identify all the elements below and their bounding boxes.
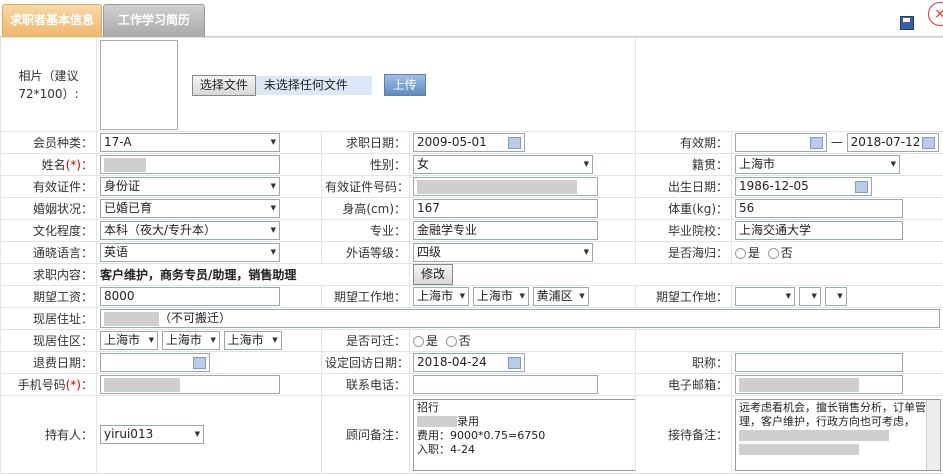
job-title-input[interactable]	[735, 353, 904, 372]
expect-location2-label: 期望工作地：	[635, 285, 733, 308]
major-input[interactable]: 金融学专业	[413, 221, 598, 240]
language-select[interactable]: 英语	[100, 243, 280, 262]
apply-date-input[interactable]: 2009-05-01	[413, 133, 525, 152]
tab-work-history[interactable]: 工作学习简历	[103, 4, 205, 38]
advisor-note-label: 顾问备注：	[321, 395, 410, 474]
relocate-yes-label: 是	[426, 334, 439, 348]
education-label: 文化程度：	[0, 219, 97, 242]
applicant-form: 相片（建议72*100）: 选择文件 未选择任何文件 上传 会员种类： 17-A …	[0, 37, 943, 474]
relocate-no-radio[interactable]	[445, 336, 457, 347]
phone-label: 手机号码(*)：	[0, 373, 97, 396]
education-select[interactable]: 本科（夜大/专升本）	[100, 221, 280, 240]
refund-date-label: 退费日期：	[0, 351, 97, 374]
height-label: 身高(cm)：	[321, 197, 410, 220]
tab-bar: 求职者基本信息 工作学习简历 ×	[0, 0, 943, 38]
upload-button[interactable]: 上传	[383, 73, 426, 96]
overseas-label: 是否海归：	[635, 241, 733, 264]
advisor-note-textarea[interactable]: 招行 录用 费用：9000*0.75=6750 入职：4-24	[413, 398, 635, 471]
valid-period-label: 有效期：	[635, 131, 733, 154]
valid-separator: —	[830, 135, 843, 149]
salary-label: 期望工资：	[0, 285, 97, 308]
gender-label: 性别：	[321, 153, 410, 176]
valid-to-input[interactable]: 2018-07-12	[846, 133, 939, 152]
choose-file-button[interactable]: 选择文件	[191, 74, 256, 96]
photo-preview	[100, 39, 178, 130]
reception-note-textarea[interactable]: 远考虑看机会，擅长销售分析，订单管理，客户维护，行政方向也可考虑，	[735, 398, 942, 471]
marriage-select[interactable]: 已婚已育	[100, 199, 280, 218]
id-number-input[interactable]	[413, 177, 598, 196]
expect2-city-select[interactable]	[798, 287, 821, 306]
weight-input[interactable]: 56	[735, 199, 904, 218]
email-input[interactable]	[735, 375, 904, 394]
school-label: 毕业院校：	[635, 219, 733, 242]
foreign-level-select[interactable]: 四级	[413, 243, 593, 262]
close-icon[interactable]: ×	[928, 2, 943, 26]
member-type-label: 会员种类：	[0, 131, 97, 154]
area-district-select[interactable]: 上海市	[223, 331, 282, 350]
reception-scrollbar[interactable]	[926, 399, 941, 470]
salary-input[interactable]: 8000	[100, 287, 280, 306]
reception-note-label: 接待备注：	[635, 395, 733, 474]
expect-city-select[interactable]: 上海市	[472, 287, 529, 306]
content-label: 求职内容：	[0, 263, 97, 286]
phone-input[interactable]	[100, 375, 280, 394]
language-label: 通晓语言：	[0, 241, 97, 264]
valid-from-input[interactable]	[735, 133, 828, 152]
visit-date-input[interactable]: 2018-04-24	[413, 353, 525, 372]
edit-content-button[interactable]: 修改	[413, 264, 454, 285]
id-type-select[interactable]: 身份证	[100, 177, 280, 196]
holder-select[interactable]: yirui013	[100, 425, 204, 444]
school-input[interactable]: 上海交通大学	[735, 221, 904, 240]
foreign-level-label: 外语等级：	[321, 241, 410, 264]
refund-date-input[interactable]	[100, 353, 210, 372]
overseas-no-radio[interactable]	[767, 248, 779, 259]
email-label: 电子邮箱：	[635, 373, 733, 396]
height-input[interactable]: 167	[413, 199, 598, 218]
overseas-yes-radio[interactable]	[735, 248, 747, 259]
expect2-province-select[interactable]	[735, 287, 796, 306]
member-type-select[interactable]: 17-A	[100, 133, 280, 152]
weight-label: 体重(kg)：	[635, 197, 733, 220]
birth-date-input[interactable]: 1986-12-05	[735, 177, 873, 196]
birth-date-label: 出生日期：	[635, 175, 733, 198]
relocate-yes-radio[interactable]	[413, 336, 424, 347]
address-input[interactable]: （不可搬迁）	[100, 309, 940, 328]
holder-label: 持有人：	[0, 395, 97, 474]
job-title-label: 职称：	[635, 351, 733, 374]
visit-date-label: 设定回访日期：	[321, 351, 410, 374]
contact-phone-input[interactable]	[413, 375, 598, 394]
name-label: 姓名(*)：	[0, 153, 97, 176]
job-content-text: 客户维护，商务专员/助理，销售助理	[96, 263, 410, 286]
expect-location-label: 期望工作地：	[321, 285, 410, 308]
photo-label: 相片（建议72*100）:	[0, 37, 97, 132]
native-select[interactable]: 上海市	[735, 155, 901, 174]
area-city-select[interactable]: 上海市	[161, 331, 220, 350]
save-icon[interactable]	[900, 16, 914, 30]
native-label: 籍贯：	[635, 153, 733, 176]
id-type-label: 有效证件：	[0, 175, 97, 198]
relocate-label: 是否可迁：	[321, 329, 410, 352]
marriage-label: 婚姻状况：	[0, 197, 97, 220]
gender-select[interactable]: 女	[413, 155, 593, 174]
overseas-no-label: 否	[780, 246, 793, 260]
tab-basic-info[interactable]: 求职者基本信息	[2, 4, 102, 38]
id-number-label: 有效证件号码：	[321, 175, 410, 198]
major-label: 专业：	[321, 219, 410, 242]
expect2-district-select[interactable]	[824, 287, 847, 306]
overseas-yes-label: 是	[748, 246, 761, 260]
contact-phone-label: 联系电话：	[321, 373, 410, 396]
expect-district-select[interactable]: 黄浦区	[532, 287, 589, 306]
relocate-no-label: 否	[458, 334, 471, 348]
apply-date-label: 求职日期：	[321, 131, 410, 154]
name-input[interactable]	[100, 155, 280, 174]
area-province-select[interactable]: 上海市	[100, 331, 158, 350]
area-label: 现居住区：	[0, 329, 97, 352]
expect-province-select[interactable]: 上海市	[413, 287, 469, 306]
address-label: 现居住址：	[0, 307, 97, 330]
file-status: 未选择任何文件	[255, 75, 372, 95]
